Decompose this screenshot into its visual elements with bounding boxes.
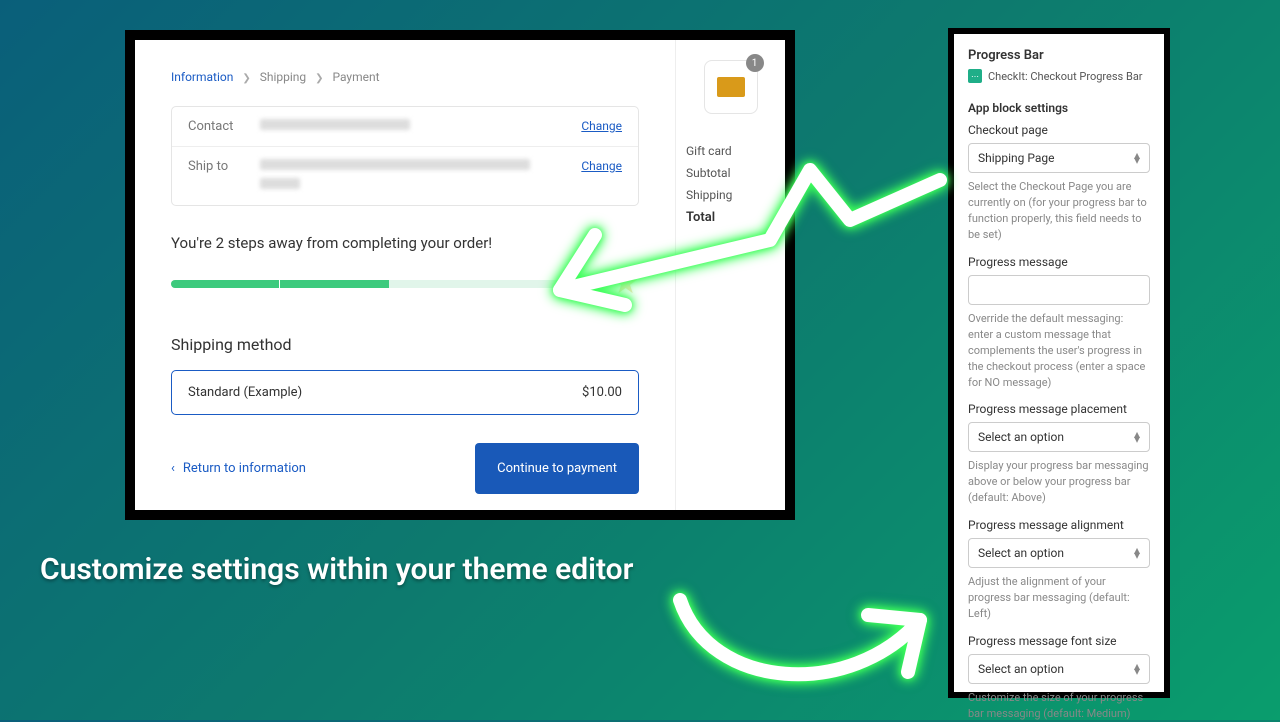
cart-quantity-badge: 1 [746,54,764,72]
alignment-label: Progress message alignment [968,518,1150,532]
section-heading: App block settings [968,101,1150,115]
progress-message-input[interactable] [968,275,1150,305]
select-caret-icon: ▴▾ [1134,548,1140,558]
continue-button[interactable]: Continue to payment [475,443,639,494]
shipping-option-name: Standard (Example) [188,385,302,400]
progress-bar-container: ★ [171,266,639,301]
fontsize-value: Select an option [978,662,1064,676]
marketing-headline: Customize settings within your theme edi… [40,552,633,587]
shipping-option[interactable]: Standard (Example) $10.00 [171,370,639,415]
arrow-bottom [650,560,970,710]
checkout-page-select[interactable]: Shipping Page ▴▾ [968,143,1150,173]
alignment-select[interactable]: Select an option ▴▾ [968,538,1150,568]
breadcrumb-payment: Payment [332,70,379,84]
contact-row: Contact Change [172,107,638,146]
breadcrumb-information[interactable]: Information [171,70,233,84]
theme-editor-frame: Progress Bar ⋯ CheckIt: Checkout Progres… [948,28,1170,698]
shipto-value [260,159,581,193]
app-name: CheckIt: Checkout Progress Bar [988,70,1143,83]
checkout-page-value: Shipping Page [978,151,1055,165]
cart-item-thumbnail: 1 [704,60,758,114]
contact-shipto-card: Contact Change Ship to Change [171,106,639,206]
progress-bar [171,280,604,288]
checkout-screenshot-frame: Information ❯ Shipping ❯ Payment Contact… [125,30,795,520]
chevron-right-icon: ❯ [242,73,250,84]
placement-select[interactable]: Select an option ▴▾ [968,422,1150,452]
giftcard-line: Gift card [686,144,775,158]
settings-panel: Progress Bar ⋯ CheckIt: Checkout Progres… [954,34,1164,692]
progress-message-helper: Override the default messaging: enter a … [968,311,1150,391]
subtotal-line: Subtotal [686,166,775,180]
select-caret-icon: ▴▾ [1134,153,1140,163]
shipping-method-heading: Shipping method [171,335,639,354]
fontsize-label: Progress message font size [968,634,1150,648]
product-image-placeholder [717,77,745,97]
progress-message-text: You're 2 steps away from completing your… [171,234,639,252]
return-link[interactable]: ‹ Return to information [171,461,306,476]
select-caret-icon: ▴▾ [1134,432,1140,442]
total-line: Total [686,210,775,225]
app-identifier: ⋯ CheckIt: Checkout Progress Bar [968,69,1150,83]
placement-helper: Display your progress bar messaging abov… [968,458,1150,506]
select-caret-icon: ▴▾ [1134,664,1140,674]
chevron-right-icon: ❯ [315,73,323,84]
alignment-value: Select an option [978,546,1064,560]
breadcrumb: Information ❯ Shipping ❯ Payment [171,70,639,84]
change-contact-link[interactable]: Change [581,119,622,133]
star-icon: ★ [612,266,639,301]
order-summary: 1 Gift card Subtotal Shipping Total [675,40,785,510]
contact-value [260,119,581,134]
alignment-helper: Adjust the alignment of your progress ba… [968,574,1150,622]
shipping-option-price: $10.00 [582,385,622,400]
change-shipto-link[interactable]: Change [581,159,622,173]
placement-label: Progress message placement [968,402,1150,416]
settings-title: Progress Bar [968,48,1150,63]
checkout-page-helper: Select the Checkout Page you are current… [968,179,1150,243]
return-link-label: Return to information [183,461,306,476]
checkout-window: Information ❯ Shipping ❯ Payment Contact… [135,40,785,510]
fontsize-helper: Customize the size of your progress bar … [968,690,1150,722]
placement-value: Select an option [978,430,1064,444]
app-icon: ⋯ [968,69,982,83]
shipto-row: Ship to Change [172,146,638,205]
progress-message-label: Progress message [968,255,1150,269]
contact-label: Contact [188,119,260,134]
shipto-label: Ship to [188,159,260,174]
breadcrumb-shipping[interactable]: Shipping [260,70,306,84]
chevron-left-icon: ‹ [171,461,175,476]
shipping-line: Shipping [686,188,775,202]
checkout-page-label: Checkout page [968,123,1150,137]
fontsize-select[interactable]: Select an option ▴▾ [968,654,1150,684]
